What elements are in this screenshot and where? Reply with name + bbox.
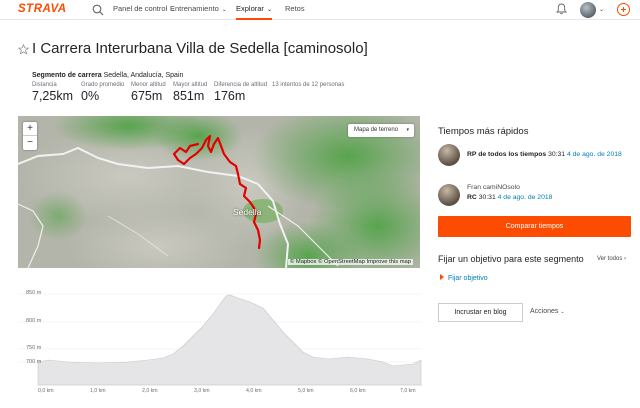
- y-axis-label: 850 m: [26, 290, 42, 296]
- chevron-down-icon: ▾: [406, 127, 409, 133]
- stat-label: Distancia: [32, 82, 57, 88]
- see-all-link[interactable]: Ver todos ›: [597, 256, 626, 262]
- y-axis-label: 750 m: [26, 345, 42, 351]
- nav-item-label: Retos: [285, 4, 305, 13]
- page-title: I Carrera Interurbana Villa de Sedella […: [32, 40, 368, 57]
- map-type-dropdown[interactable]: Mapa de terreno ▾: [348, 124, 414, 137]
- chevron-down-icon: ⌄: [266, 7, 272, 13]
- strava-logo[interactable]: STRAVA: [18, 3, 67, 15]
- stat-elevation-difference: Diferencia de altitud 176m: [214, 82, 267, 103]
- stat-value: 176m: [214, 89, 246, 103]
- nav-panel-de-control[interactable]: Panel de control ⌄: [113, 4, 175, 20]
- stat-avg-grade: Grado promedio 0%: [81, 82, 124, 103]
- bell-icon[interactable]: [556, 3, 567, 15]
- nav-item-label: Explorar: [236, 4, 264, 13]
- segment-location: Sedella, Andalucía, Spain: [103, 72, 184, 79]
- x-axis-label: 4,0 km: [246, 388, 262, 394]
- entry-line: RP de todos los tiempos 30:31 4 de ago. …: [467, 151, 622, 158]
- y-axis-label: 800 m: [26, 318, 42, 324]
- nav-entrenamiento[interactable]: Entrenamiento ⌄: [170, 4, 227, 20]
- chevron-down-icon: ⌄: [560, 309, 565, 315]
- attempts-count: 13 intentos de 12 personas: [272, 82, 345, 88]
- map-zoom-control: + −: [23, 122, 37, 150]
- entry-time: 30:31: [548, 151, 566, 158]
- stat-label: Mayor altitud: [173, 82, 208, 88]
- entry-date-link[interactable]: 4 de ago. de 2018: [498, 194, 553, 201]
- x-axis-label: 3,0 km: [194, 388, 210, 394]
- segment-map[interactable]: [18, 116, 420, 268]
- play-arrow-icon: [440, 274, 444, 280]
- stat-label: Grado promedio: [81, 82, 125, 88]
- actions-label: Acciones: [530, 308, 559, 315]
- see-all-label: Ver todos: [597, 256, 623, 262]
- compare-times-button[interactable]: Comparar tiempos: [438, 216, 631, 237]
- elevation-area: [37, 294, 422, 386]
- x-axis-label: 7,0 km: [400, 388, 416, 394]
- chevron-down-icon: ⌄: [221, 7, 227, 13]
- pr-badge: RP de todos los tiempos: [467, 151, 547, 158]
- chevron-down-icon[interactable]: ⌄: [599, 6, 604, 13]
- map-town-label: Sedella: [233, 207, 262, 217]
- map-type-label: Mapa de terreno: [354, 127, 399, 133]
- x-axis-label: 2,0 km: [142, 388, 158, 394]
- star-icon[interactable]: [18, 44, 29, 55]
- elevation-profile[interactable]: 850 m 800 m 750 m 700 m 0,0 km 1,0 km 2,…: [18, 284, 422, 396]
- cr-badge: RC: [467, 194, 477, 201]
- fastest-times-title: Tiempos más rápidos: [438, 126, 529, 137]
- stat-value: 0%: [81, 89, 100, 103]
- stat-value: 675m: [131, 89, 163, 103]
- stat-value: 851m: [173, 89, 205, 103]
- athlete-name[interactable]: Fran camiNOsolo: [467, 184, 520, 191]
- stat-max-altitude: Mayor altitud 851m: [173, 82, 207, 103]
- entry-line: RC 30:31 4 de ago. de 2018: [467, 194, 552, 201]
- zoom-out-button[interactable]: −: [23, 136, 37, 150]
- segment-type-label: Segmento de carrera: [32, 72, 102, 79]
- nav-explorar[interactable]: Explorar ⌄: [236, 4, 272, 20]
- stat-distance: Distancia 7,25km: [32, 82, 73, 103]
- actions-menu[interactable]: Acciones ⌄: [530, 308, 565, 315]
- x-axis-label: 1,0 km: [90, 388, 106, 394]
- search-icon[interactable]: [92, 4, 104, 16]
- add-plus-icon[interactable]: [617, 3, 630, 16]
- terrain-map: [18, 116, 420, 268]
- segment-type: Segmento de carrera Sedella, Andalucía, …: [32, 72, 183, 79]
- y-axis-label: 700 m: [26, 359, 42, 365]
- set-goal-label: Fijar objetivo: [448, 275, 488, 282]
- chevron-right-icon: ›: [624, 256, 627, 262]
- avatar[interactable]: [438, 184, 460, 206]
- x-axis-label: 6,0 km: [350, 388, 366, 394]
- avatar[interactable]: [438, 144, 460, 166]
- entry-date-link[interactable]: 4 de ago. de 2018: [567, 151, 622, 158]
- stat-value: 7,25km: [32, 89, 73, 103]
- embed-blog-button[interactable]: Incrustar en blog: [438, 303, 523, 322]
- user-avatar[interactable]: [580, 2, 596, 18]
- map-attribution[interactable]: © Mapbox © OpenStreetMap Improve this ma…: [288, 259, 413, 265]
- goal-title: Fijar un objetivo para este segmento: [438, 254, 584, 264]
- set-goal-link[interactable]: Fijar objetivo: [440, 274, 488, 282]
- stat-min-altitude: Menor altitud 675m: [131, 82, 166, 103]
- stat-label: Menor altitud: [131, 82, 166, 88]
- nav-item-label: Entrenamiento: [170, 4, 219, 13]
- x-axis-label: 0,0 km: [38, 388, 54, 394]
- nav-item-label: Panel de control: [113, 4, 168, 13]
- nav-retos[interactable]: Retos: [285, 4, 305, 20]
- top-nav: STRAVA Panel de control ⌄ Entrenamiento ⌄ …: [0, 0, 640, 20]
- entry-time: 30:31: [478, 194, 496, 201]
- x-axis-label: 5,0 km: [298, 388, 314, 394]
- zoom-in-button[interactable]: +: [23, 122, 37, 136]
- stat-label: Diferencia de altitud: [214, 82, 268, 88]
- elevation-chart: [18, 293, 422, 386]
